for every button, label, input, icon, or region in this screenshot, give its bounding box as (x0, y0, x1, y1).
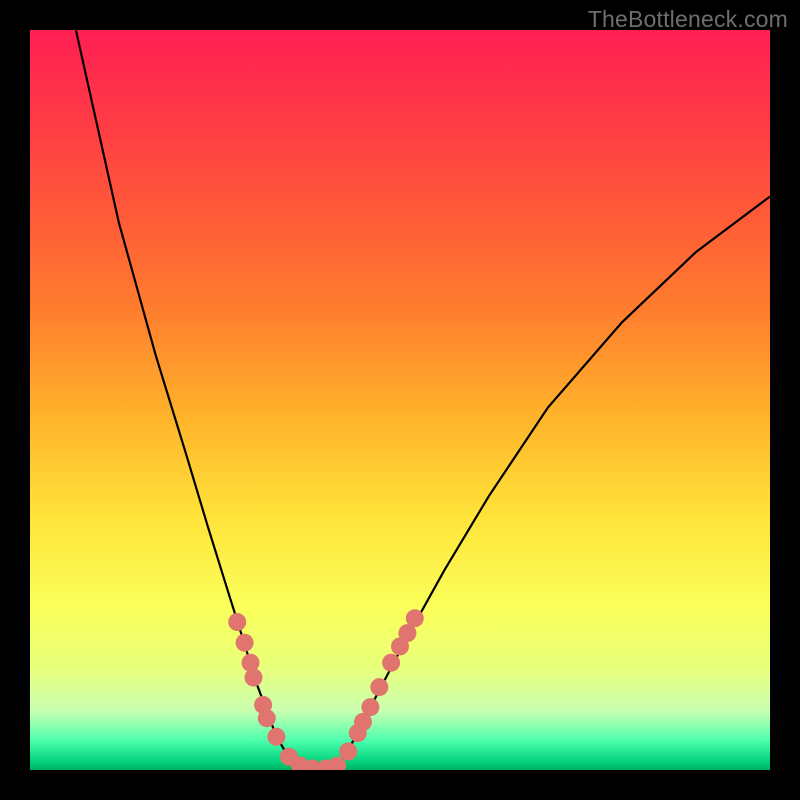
curve-marker (228, 613, 246, 631)
bottleneck-curve (76, 30, 770, 768)
chart-frame: TheBottleneck.com (0, 0, 800, 800)
curve-marker (361, 698, 379, 716)
curve-marker (242, 654, 260, 672)
curve-marker (406, 609, 424, 627)
curve-markers (228, 609, 424, 770)
curve-marker (370, 678, 388, 696)
watermark-text: TheBottleneck.com (588, 6, 788, 33)
curve-marker (236, 634, 254, 652)
curve-marker (267, 728, 285, 746)
plot-area (30, 30, 770, 770)
chart-svg (30, 30, 770, 770)
curve-marker (382, 654, 400, 672)
curve-marker (258, 709, 276, 727)
curve-marker (245, 669, 263, 687)
curve-marker (339, 743, 357, 761)
